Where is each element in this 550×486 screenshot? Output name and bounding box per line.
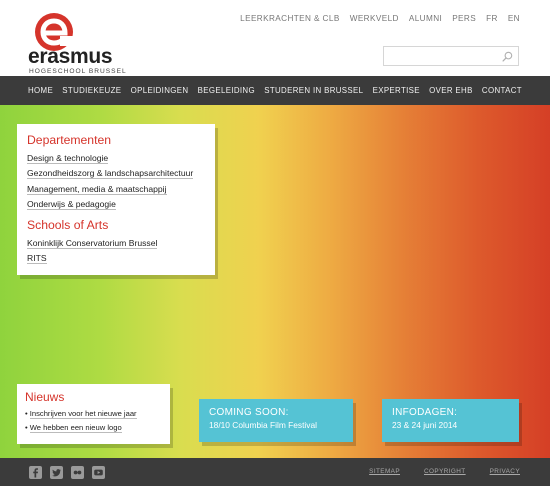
- header: erasmus HOGESCHOOL BRUSSEL LEERKRACHTEN …: [0, 0, 550, 76]
- twitter-icon[interactable]: [50, 466, 63, 479]
- departments-heading: Departementen: [27, 133, 112, 147]
- logo-subtitle: HOGESCHOOL BRUSSEL: [29, 68, 127, 75]
- news-card: Nieuws • Inschrijven voor het nieuwe jaa…: [17, 384, 170, 444]
- youtube-icon[interactable]: [92, 466, 105, 479]
- news-item-label: Inschrijven voor het nieuwe jaar: [29, 409, 137, 419]
- nav-expertise[interactable]: EXPERTISE: [373, 86, 420, 95]
- main-nav: HOME STUDIEKEUZE OPLEIDINGEN BEGELEIDING…: [0, 76, 550, 105]
- flickr-icon[interactable]: [71, 466, 84, 479]
- department-link[interactable]: Gezondheidszorg & landschapsarchitectuur: [27, 166, 205, 181]
- search-icon[interactable]: [502, 51, 513, 62]
- department-link-label: Onderwijs & pedagogie: [27, 199, 116, 211]
- department-link-label: Gezondheidszorg & landschapsarchitectuur: [27, 168, 194, 180]
- department-link[interactable]: Design & technologie: [27, 151, 205, 166]
- department-link[interactable]: Management, media & maatschappij: [27, 182, 205, 197]
- toplink-pers[interactable]: PERS: [452, 14, 476, 23]
- nav-studeren-in-brussel[interactable]: STUDEREN IN BRUSSEL: [264, 86, 363, 95]
- departments-card: Departementen Design & technologie Gezon…: [17, 124, 215, 275]
- department-link[interactable]: Onderwijs & pedagogie: [27, 197, 205, 212]
- schools-heading: Schools of Arts: [27, 217, 109, 232]
- footer: SITEMAP COPYRIGHT PRIVACY: [0, 458, 550, 486]
- promo-title: COMING SOON:: [209, 407, 289, 418]
- promo-title: INFODAGEN:: [392, 407, 458, 418]
- school-link[interactable]: RITS: [27, 251, 205, 266]
- facebook-icon[interactable]: [29, 466, 42, 479]
- search-input[interactable]: [384, 48, 494, 66]
- footer-link-sitemap[interactable]: SITEMAP: [369, 468, 400, 475]
- erasmus-logo[interactable]: erasmus HOGESCHOOL BRUSSEL: [28, 12, 126, 75]
- promo-infodagen[interactable]: INFODAGEN: 23 & 24 juni 2014: [382, 399, 519, 442]
- news-item[interactable]: • We hebben een nieuw logo: [25, 421, 162, 435]
- school-link[interactable]: Koninklijk Conservatorium Brussel: [27, 236, 205, 251]
- nav-opleidingen[interactable]: OPLEIDINGEN: [131, 86, 189, 95]
- footer-link-copyright[interactable]: COPYRIGHT: [424, 468, 466, 475]
- footer-links: SITEMAP COPYRIGHT PRIVACY: [369, 468, 520, 475]
- footer-link-privacy[interactable]: PRIVACY: [490, 468, 520, 475]
- news-heading: Nieuws: [25, 390, 65, 404]
- news-item[interactable]: • Inschrijven voor het nieuwe jaar: [25, 407, 162, 421]
- toplink-werkveld[interactable]: WERKVELD: [350, 14, 399, 23]
- promo-subtitle: 18/10 Columbia Film Festival: [209, 420, 317, 430]
- nav-over-ehb[interactable]: OVER EHB: [429, 86, 473, 95]
- school-link-label: RITS: [27, 253, 47, 265]
- toplink-leerkrachten[interactable]: LEERKRACHTEN & CLB: [240, 14, 340, 23]
- nav-studiekeuze[interactable]: STUDIEKEUZE: [62, 86, 121, 95]
- nav-begeleiding[interactable]: BEGELEIDING: [198, 86, 255, 95]
- department-link-label: Design & technologie: [27, 153, 109, 164]
- logo-wordmark: erasmus: [28, 45, 113, 68]
- social-links: [29, 466, 105, 479]
- department-link-label: Management, media & maatschappij: [27, 183, 167, 195]
- promo-coming-soon[interactable]: COMING SOON: 18/10 Columbia Film Festiva…: [199, 399, 353, 442]
- search-box: [383, 46, 519, 66]
- promo-subtitle: 23 & 24 juni 2014: [392, 420, 458, 430]
- nav-contact[interactable]: CONTACT: [482, 86, 522, 95]
- toplink-alumni[interactable]: ALUMNI: [409, 14, 442, 23]
- top-links: LEERKRACHTEN & CLB WERKVELD ALUMNI PERS …: [240, 14, 520, 23]
- school-link-label: Koninklijk Conservatorium Brussel: [27, 237, 158, 249]
- nav-home[interactable]: HOME: [28, 86, 53, 95]
- toplink-fr[interactable]: FR: [486, 14, 498, 23]
- toplink-en[interactable]: EN: [508, 14, 520, 23]
- news-item-label: We hebben een nieuw logo: [29, 423, 122, 433]
